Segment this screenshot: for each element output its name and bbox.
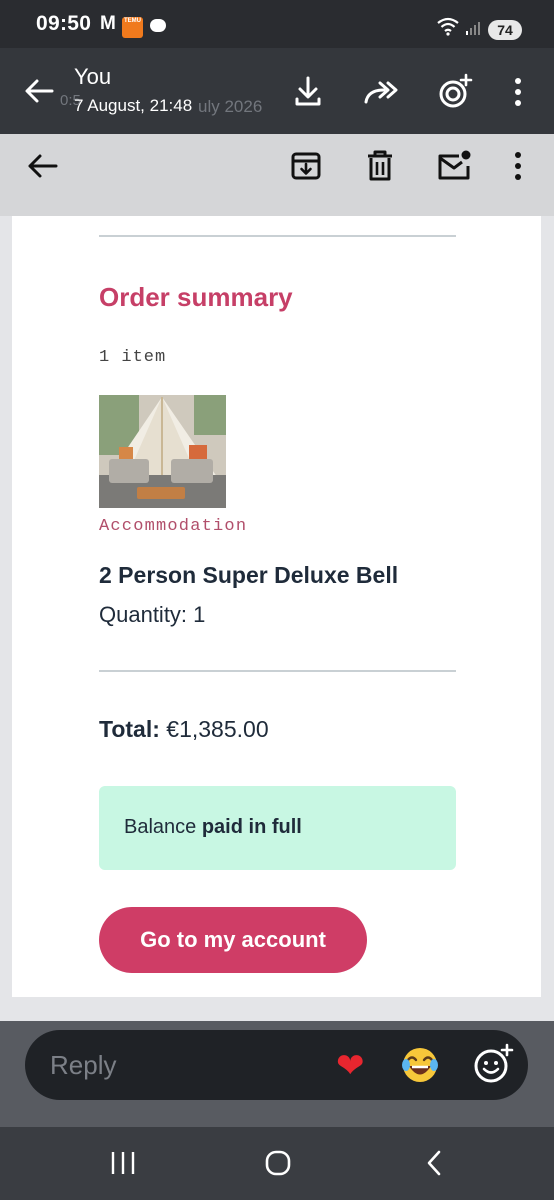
laughing-emoji-icon[interactable] xyxy=(400,1045,440,1085)
divider xyxy=(99,670,456,672)
total-label: Total: xyxy=(99,716,160,742)
product-name: 2 Person Super Deluxe Bell xyxy=(99,562,399,588)
balance-prefix: Balance xyxy=(124,816,202,838)
heart-icon[interactable]: ❤ xyxy=(336,1046,365,1086)
temu-notification-icon: TEMU xyxy=(122,17,143,38)
edit-with-plus-icon[interactable] xyxy=(434,72,474,112)
recents-icon[interactable] xyxy=(108,1150,138,1176)
archive-icon[interactable] xyxy=(286,146,326,186)
forward-icon[interactable] xyxy=(362,72,402,112)
email-card xyxy=(12,216,541,997)
product-quantity: Quantity: 1 xyxy=(99,602,206,627)
sent-date: 7 August, 21:48 xyxy=(74,96,193,115)
back-icon[interactable] xyxy=(424,1149,444,1177)
download-icon[interactable] xyxy=(288,72,328,112)
chat-notification-icon xyxy=(150,19,166,32)
balance-text: Balance paid in full xyxy=(124,816,302,839)
balance-status: paid in full xyxy=(201,816,302,838)
product-category: Accommodation xyxy=(99,517,248,536)
reply-input[interactable]: Reply xyxy=(50,1050,116,1081)
product-image[interactable] xyxy=(99,395,226,508)
gmail-notification-icon: M xyxy=(100,13,116,34)
divider xyxy=(99,235,456,237)
gmail-more-vert-icon[interactable] xyxy=(498,146,538,186)
battery-indicator: 74 xyxy=(488,20,522,40)
add-reaction-icon[interactable] xyxy=(472,1043,514,1085)
total-value: €1,385.00 xyxy=(166,716,269,742)
status-time: 09:50 xyxy=(36,12,92,35)
wifi-icon xyxy=(437,17,459,36)
sender-name: You xyxy=(74,64,112,89)
signal-icon xyxy=(466,22,480,35)
delete-icon[interactable] xyxy=(360,146,400,186)
back-arrow-icon[interactable] xyxy=(22,74,56,108)
gmail-back-icon[interactable] xyxy=(22,146,62,186)
mark-unread-icon[interactable] xyxy=(434,146,474,186)
more-vert-icon[interactable] xyxy=(498,72,538,112)
item-count: 1 item xyxy=(99,348,167,367)
home-icon[interactable] xyxy=(264,1149,292,1177)
order-total: Total: €1,385.00 xyxy=(99,716,269,743)
order-summary-title: Order summary xyxy=(99,282,293,312)
go-to-account-button[interactable]: Go to my account xyxy=(99,907,367,973)
ghost-date-text: uly 2026 xyxy=(198,97,263,116)
